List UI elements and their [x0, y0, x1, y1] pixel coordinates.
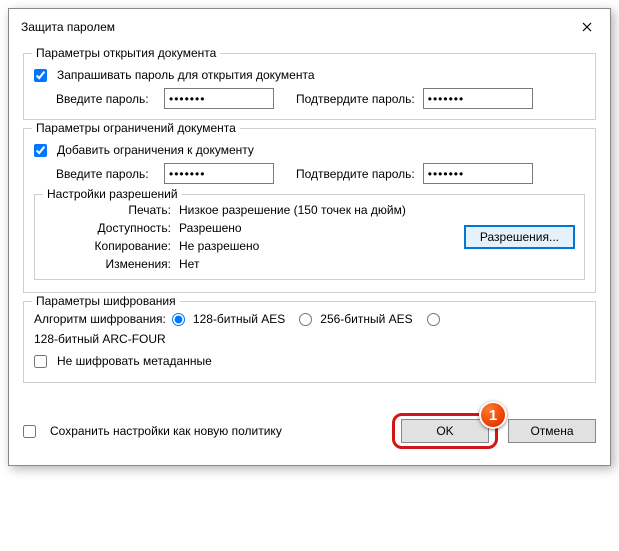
encryption-legend: Параметры шифрования	[32, 294, 180, 308]
algo-aes128-radio[interactable]	[172, 313, 185, 326]
restrict-password-input[interactable]	[164, 163, 274, 184]
algo-aes256-label[interactable]: 256-битный AES	[320, 312, 412, 326]
restrict-password-confirm-input[interactable]	[423, 163, 533, 184]
ok-highlight: OK 1	[392, 413, 498, 449]
ask-password-label[interactable]: Запрашивать пароль для открытия документ…	[57, 68, 315, 82]
no-encrypt-metadata-label[interactable]: Не шифровать метаданные	[57, 354, 212, 368]
dialog-footer: Сохранить настройки как новую политику O…	[9, 403, 610, 465]
permissions-legend: Настройки разрешений	[43, 187, 182, 201]
permissions-button[interactable]: Разрешения...	[465, 226, 574, 248]
perm-change-key: Изменения:	[63, 257, 173, 271]
add-restrictions-label[interactable]: Добавить ограничения к документу	[57, 143, 254, 157]
perm-print-key: Печать:	[63, 203, 173, 217]
restrict-params-legend: Параметры ограничений документа	[32, 121, 240, 135]
add-restrictions-checkbox[interactable]	[34, 144, 47, 157]
permissions-group: Настройки разрешений Печать: Низкое разр…	[34, 194, 585, 280]
restrict-pw-label: Введите пароль:	[56, 167, 156, 181]
algo-arcfour-label[interactable]: 128-битный ARC-FOUR	[34, 332, 166, 346]
password-protection-dialog: Защита паролем Параметры открытия докуме…	[8, 8, 611, 466]
algo-aes256-radio[interactable]	[299, 313, 312, 326]
open-pw2-label: Подтвердите пароль:	[296, 92, 415, 106]
restrict-pw2-label: Подтвердите пароль:	[296, 167, 415, 181]
window-title: Защита паролем	[21, 20, 115, 34]
perm-change-value: Нет	[179, 257, 574, 271]
ok-button[interactable]: OK	[401, 419, 489, 443]
algo-aes128-label[interactable]: 128-битный AES	[193, 312, 285, 326]
restrict-params-group: Параметры ограничений документа Добавить…	[23, 128, 596, 293]
open-pw-label: Введите пароль:	[56, 92, 156, 106]
perm-print-value: Низкое разрешение (150 точек на дюйм)	[179, 203, 574, 217]
close-button[interactable]	[574, 17, 600, 37]
no-encrypt-metadata-checkbox[interactable]	[34, 355, 47, 368]
algo-label: Алгоритм шифрования:	[34, 312, 166, 326]
close-icon	[582, 22, 592, 32]
perm-copy-key: Копирование:	[63, 239, 173, 253]
save-policy-label[interactable]: Сохранить настройки как новую политику	[50, 424, 282, 438]
open-password-confirm-input[interactable]	[423, 88, 533, 109]
open-params-legend: Параметры открытия документа	[32, 46, 220, 60]
perm-access-key: Доступность:	[63, 221, 173, 235]
algo-arcfour-radio[interactable]	[427, 313, 440, 326]
save-policy-checkbox[interactable]	[23, 425, 36, 438]
titlebar: Защита паролем	[9, 9, 610, 43]
open-password-input[interactable]	[164, 88, 274, 109]
open-params-group: Параметры открытия документа Запрашивать…	[23, 53, 596, 120]
encryption-group: Параметры шифрования Алгоритм шифрования…	[23, 301, 596, 383]
ask-password-checkbox[interactable]	[34, 69, 47, 82]
cancel-button[interactable]: Отмена	[508, 419, 596, 443]
callout-badge: 1	[479, 401, 507, 429]
